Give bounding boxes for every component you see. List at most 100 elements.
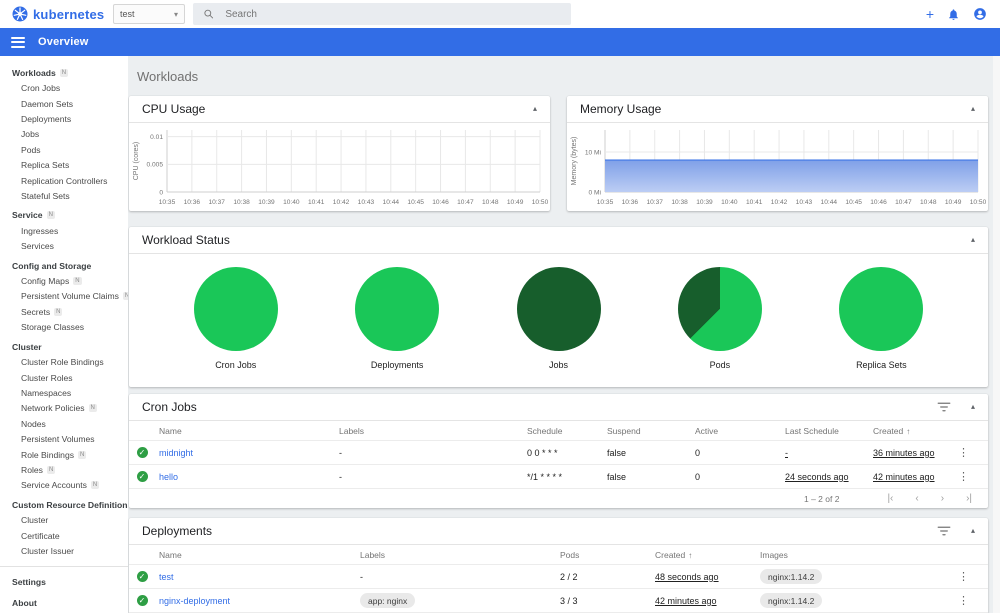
sidebar-item-config-maps[interactable]: Config Maps N [0, 273, 128, 288]
dropdown-caret-icon: ▾ [173, 9, 178, 19]
sidebar-item-daemon-sets[interactable]: Daemon Sets [0, 96, 128, 111]
relative-time-value: 24 seconds ago [785, 471, 849, 482]
filter-list-icon[interactable] [937, 526, 951, 536]
sidebar-item-stateful-sets[interactable]: Stateful Sets [0, 188, 128, 203]
sidebar-item-replication-controllers[interactable]: Replication Controllers [0, 173, 128, 188]
last-page-icon[interactable]: ›| [966, 493, 972, 504]
sidebar-item-label: Cron Jobs [21, 83, 61, 94]
sidebar-item-nodes[interactable]: Nodes [0, 416, 128, 431]
search-input[interactable] [223, 7, 561, 21]
column-header-labels[interactable]: Labels [360, 550, 560, 560]
kubernetes-dashboard: kubernetes test ▾ + Overview Workl [0, 0, 1000, 613]
sidebar-item-deployments[interactable]: Deployments [0, 111, 128, 126]
row-actions-kebab-icon[interactable]: ⋮ [958, 571, 969, 583]
sidebar-item-certificate[interactable]: Certificate [0, 528, 128, 543]
first-page-icon[interactable]: |‹ [887, 493, 893, 504]
cron-jobs-name-link[interactable]: midnight [159, 448, 193, 458]
sidebar-item-persistent-volumes[interactable]: Persistent Volumes [0, 431, 128, 446]
workload-status-pies: Cron Jobs Deployments Jobs Pods Replica Sets [129, 254, 988, 370]
notifications-bell-icon[interactable] [947, 8, 960, 21]
sidebar-item-pods[interactable]: Pods [0, 142, 128, 157]
cell-status: ✓ [129, 471, 159, 482]
sidebar-item-namespaces[interactable]: Namespaces [0, 385, 128, 400]
column-header-images[interactable]: Images [760, 550, 958, 560]
deployments-name-link[interactable]: nginx-deployment [159, 596, 230, 606]
sidebar-section-cluster[interactable]: Cluster [0, 339, 128, 355]
previous-page-icon[interactable]: ‹ [915, 493, 918, 504]
svg-text:10 Mi: 10 Mi [585, 149, 602, 156]
column-header-last-schedule[interactable]: Last Schedule [785, 426, 873, 436]
next-page-icon[interactable]: › [941, 493, 944, 504]
column-header-label: Suspend [607, 425, 641, 436]
row-actions-kebab-icon[interactable]: ⋮ [958, 595, 969, 607]
sidebar-item-replica-sets[interactable]: Replica Sets [0, 157, 128, 172]
sidebar-section-workloads[interactable]: Workloads N [0, 65, 128, 81]
sidebar-item-cluster-roles[interactable]: Cluster Roles [0, 370, 128, 385]
cell-value: 3 / 3 [560, 595, 578, 606]
svg-text:10:42: 10:42 [333, 199, 350, 206]
sidebar-item-roles[interactable]: Roles N [0, 462, 128, 477]
pagination-range-label: 1 – 2 of 2 [803, 493, 840, 504]
sidebar-item-secrets[interactable]: Secrets N [0, 304, 128, 319]
column-header-name[interactable]: Name [159, 550, 360, 560]
sidebar-item-cron-jobs[interactable]: Cron Jobs [0, 81, 128, 96]
column-header-suspend[interactable]: Suspend [607, 426, 695, 436]
column-header-name[interactable]: Name [159, 426, 339, 436]
sidebar-item-role-bindings[interactable]: Role Bindings N [0, 447, 128, 462]
column-header-active[interactable]: Active [695, 426, 785, 436]
deployments-name-link[interactable]: test [159, 572, 174, 582]
search-icon [204, 9, 214, 19]
sidebar-item-services[interactable]: Services [0, 239, 128, 254]
collapse-caret-icon[interactable]: ▴ [533, 105, 537, 113]
sidebar-item-ingresses[interactable]: Ingresses [0, 223, 128, 238]
create-resource-button[interactable]: + [926, 7, 934, 21]
column-header-created[interactable]: Created ↑ [655, 550, 760, 560]
sidebar-section-label: Workloads [12, 67, 56, 78]
filter-list-icon[interactable] [937, 402, 951, 412]
sidebar-item-cluster[interactable]: Cluster [0, 512, 128, 527]
sidebar-item-label: Roles [21, 464, 43, 475]
row-actions-kebab-icon[interactable]: ⋮ [958, 471, 969, 483]
svg-text:10:50: 10:50 [970, 199, 987, 206]
cell-images: nginx:1.14.2 [760, 593, 958, 608]
column-header-created[interactable]: Created ↑ [873, 426, 958, 436]
column-header-schedule[interactable]: Schedule [527, 426, 607, 436]
cron-jobs-name-link[interactable]: hello [159, 472, 178, 482]
sidebar-item-about[interactable]: About [0, 593, 128, 613]
collapse-caret-icon[interactable]: ▴ [971, 105, 975, 113]
collapse-caret-icon[interactable]: ▴ [971, 527, 975, 535]
row-actions-kebab-icon[interactable]: ⋮ [958, 447, 969, 459]
sidebar-item-persistent-volume-claims[interactable]: Persistent Volume Claims N [0, 289, 128, 304]
workload-status-card: Workload Status ▴ Cron Jobs Deployments Jo… [129, 227, 988, 387]
sidebar-section-service[interactable]: Service N [0, 208, 128, 224]
namespaced-badge: N [90, 481, 100, 490]
svg-text:10:50: 10:50 [532, 199, 549, 206]
sidebar-item-settings[interactable]: Settings [0, 572, 128, 593]
sidebar-item-label: Pods [21, 144, 41, 155]
svg-text:CPU (cores): CPU (cores) [133, 142, 140, 181]
sidebar-section-custom-resource-definitions[interactable]: Custom Resource Definitions [0, 497, 128, 513]
sidebar-section-config-and-storage[interactable]: Config and Storage [0, 258, 128, 274]
column-header-pods[interactable]: Pods [560, 550, 655, 560]
sidebar-item-cluster-issuer[interactable]: Cluster Issuer [0, 543, 128, 558]
search-bar[interactable] [193, 3, 571, 25]
collapse-caret-icon[interactable]: ▴ [971, 236, 975, 244]
sidebar-item-network-policies[interactable]: Network Policies N [0, 401, 128, 416]
sidebar-item-storage-classes[interactable]: Storage Classes [0, 320, 128, 335]
collapse-caret-icon[interactable]: ▴ [971, 403, 975, 411]
cell-images: nginx:1.14.2 [760, 569, 958, 584]
scrollbar-track[interactable] [993, 56, 1000, 613]
sidebar-item-service-accounts[interactable]: Service Accounts N [0, 478, 128, 493]
sidebar-item-jobs[interactable]: Jobs [0, 127, 128, 142]
column-header-labels[interactable]: Labels [339, 426, 527, 436]
namespace-select[interactable]: test ▾ [113, 4, 185, 24]
menu-hamburger-icon[interactable] [11, 36, 25, 48]
kubernetes-logo[interactable]: kubernetes [12, 6, 111, 22]
memory-usage-card: Memory Usage ▴ 10:35 10:36 10:37 10:38 10:39… [567, 96, 988, 211]
pie-chart [193, 267, 278, 351]
user-account-icon[interactable] [973, 7, 987, 21]
cell-name: hello [159, 472, 339, 482]
sidebar-item-cluster-role-bindings[interactable]: Cluster Role Bindings [0, 354, 128, 369]
cell-name: nginx-deployment [159, 596, 360, 606]
workload-status-deployments: Deployments [316, 267, 477, 370]
